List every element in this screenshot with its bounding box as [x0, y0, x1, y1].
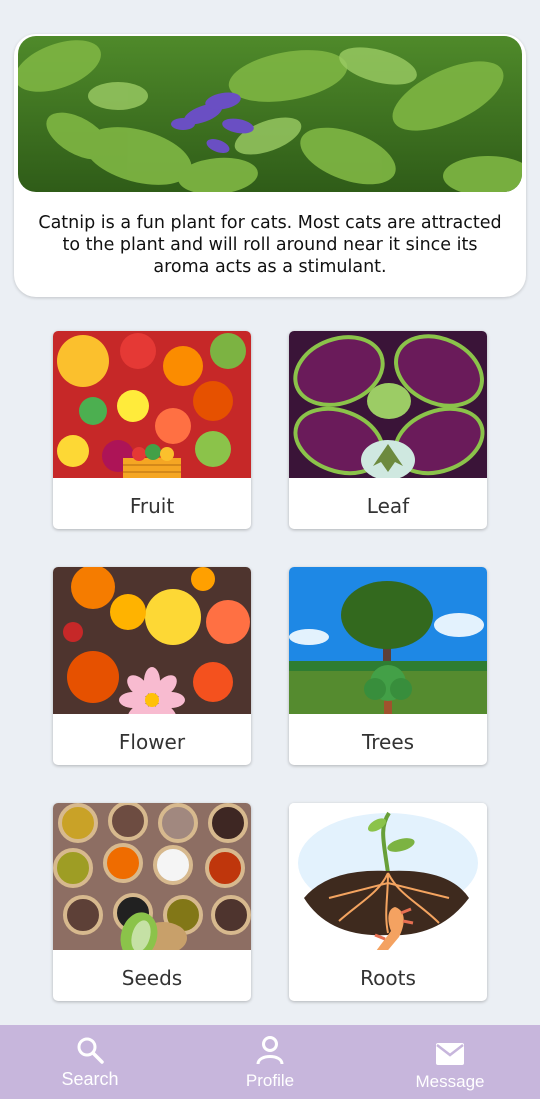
roots-image	[289, 803, 487, 950]
catnip-image	[18, 36, 522, 192]
seed-icon	[120, 912, 187, 950]
category-label: Trees	[361, 730, 415, 754]
category-card-seeds[interactable]: Seeds	[53, 803, 251, 1001]
trees-image	[289, 567, 487, 714]
category-label: Flower	[118, 730, 186, 754]
category-card-flower[interactable]: Flower	[53, 567, 251, 765]
fruit-image	[53, 331, 251, 478]
leaf-icon	[361, 440, 415, 478]
category-card-fruit[interactable]: Fruit	[53, 331, 251, 529]
nav-item-search[interactable]: Search	[0, 1025, 180, 1099]
leaf-image	[289, 331, 487, 478]
tree-icon	[364, 665, 412, 714]
search-icon	[77, 1037, 104, 1064]
nav-item-message[interactable]: Message	[360, 1025, 540, 1099]
nav-label-profile: Profile	[245, 1071, 295, 1090]
bottom-navigation-bar: Search Profile Message	[0, 1025, 540, 1099]
nav-item-profile[interactable]: Profile	[180, 1025, 360, 1099]
category-label: Leaf	[366, 494, 410, 518]
nav-label-search: Search	[61, 1069, 119, 1089]
seeds-image	[53, 803, 251, 950]
category-label: Seeds	[121, 966, 183, 990]
mail-icon	[436, 1043, 464, 1065]
person-icon	[256, 1036, 284, 1065]
plant-description: Catnip is a fun plant for cats. Most cat…	[38, 213, 502, 277]
flower-icon	[119, 667, 185, 714]
flower-image	[53, 567, 251, 714]
category-card-trees[interactable]: Trees	[289, 567, 487, 765]
crate-icon	[123, 444, 181, 478]
featured-plant-card[interactable]: Catnip is a fun plant for cats. Most cat…	[14, 34, 526, 297]
category-card-leaf[interactable]: Leaf	[289, 331, 487, 529]
nav-label-message: Message	[415, 1072, 485, 1091]
category-label: Fruit	[129, 494, 175, 518]
category-card-roots[interactable]: Roots	[289, 803, 487, 1001]
category-label: Roots	[360, 966, 416, 990]
root-icon	[374, 907, 414, 950]
